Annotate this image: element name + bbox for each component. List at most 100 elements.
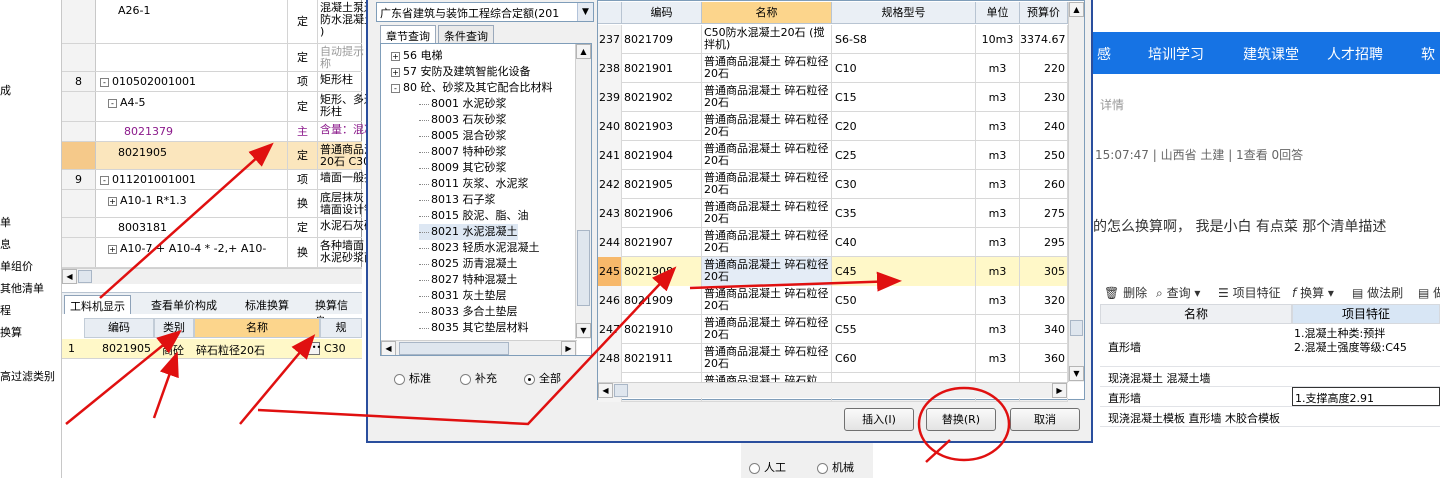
- replace-button[interactable]: 替换(R): [926, 408, 996, 431]
- grid-row[interactable]: 8003181定水泥石灰砂浆 1:0.: [62, 218, 411, 238]
- tree-item[interactable]: 8021 水泥混凝土: [419, 224, 518, 240]
- scroll-right-icon[interactable]: ▶: [561, 341, 576, 355]
- table-row[interactable]: 现浇混凝土模板 直形墙 木胶合模板: [1100, 407, 1440, 427]
- tree-item[interactable]: 8023 轻质水泥混凝土: [419, 240, 540, 256]
- nav-item-jobs[interactable]: 人才招聘: [1327, 44, 1383, 64]
- nav-item-classroom[interactable]: 建筑课堂: [1243, 44, 1299, 64]
- grid-row[interactable]: 定自动提示：请输入 称: [62, 44, 408, 72]
- table-row[interactable]: 244 8021907 普通商品混凝土 碎石粒径20石 C40 m3 295: [598, 228, 1068, 257]
- tree-item[interactable]: 8015 胶泥、脂、油: [419, 208, 529, 224]
- format-brush-tool[interactable]: ▤ 做法刷: [1352, 284, 1403, 301]
- tree-item[interactable]: 8035 其它垫层材料: [419, 320, 529, 336]
- tree-item[interactable]: 8025 沥青混凝土: [419, 256, 518, 272]
- vertical-scrollbar[interactable]: ▲ ▼: [575, 44, 591, 339]
- tab-convert-info[interactable]: 换算信息: [310, 295, 362, 328]
- scroll-up-icon[interactable]: ▲: [576, 44, 591, 59]
- insert-button[interactable]: 插入(I): [844, 408, 914, 431]
- delete-tool[interactable]: 🗑 删除: [1104, 284, 1147, 301]
- table-row[interactable]: 238 8021901 普通商品混凝土 碎石粒径20石 C10 m3 220: [598, 54, 1068, 83]
- table-row[interactable]: 237 8021709 C50防水混凝土20石 (搅拌机) S6-S8 10m3 3374…: [598, 25, 1068, 54]
- nav-item-training[interactable]: 培训学习: [1148, 44, 1204, 64]
- table-row[interactable]: 直形墙 1.支撑高度2.91: [1100, 387, 1440, 407]
- table-row[interactable]: 243 8021906 普通商品混凝土 碎石粒径20石 C35 m3 275: [598, 199, 1068, 228]
- breadcrumb[interactable]: 详情: [1100, 96, 1124, 113]
- expand-icon[interactable]: +: [108, 196, 117, 206]
- scroll-up-icon[interactable]: ▲: [1069, 2, 1084, 17]
- scroll-down-icon[interactable]: ▼: [576, 323, 591, 338]
- scroll-left-icon[interactable]: ◀: [62, 269, 77, 284]
- collapse-icon[interactable]: -: [100, 77, 109, 87]
- horizontal-scrollbar[interactable]: ◀ ▶: [598, 382, 1068, 398]
- column-header[interactable]: 单位: [976, 2, 1020, 24]
- column-header[interactable]: 预算价: [1020, 2, 1068, 24]
- tree-item[interactable]: 8001 水泥砂浆: [419, 96, 507, 112]
- scroll-down-icon[interactable]: ▼: [1069, 366, 1084, 381]
- tree-item[interactable]: +56 电梯: [391, 48, 443, 64]
- tab-chapter-query[interactable]: 章节查询: [380, 25, 436, 44]
- expand-icon[interactable]: +: [108, 244, 117, 254]
- chevron-down-icon[interactable]: ▼: [577, 3, 593, 21]
- table-row[interactable]: 248 8021911 普通商品混凝土 碎石粒径20石 C60 m3 360: [598, 344, 1068, 373]
- grid-row[interactable]: +A10-1 R*1.3换底层抹灰 各种墙面 墙面设计钉(挂)网: [62, 190, 412, 218]
- grid-row[interactable]: -A4-5定矩形、多边形、异形 形柱: [62, 92, 419, 122]
- column-header[interactable]: 名称: [702, 2, 832, 24]
- tree-item[interactable]: 8003 石灰砂浆: [419, 112, 507, 128]
- vertical-scrollbar[interactable]: ▲ ▼: [1068, 2, 1084, 382]
- radio-button[interactable]: [817, 462, 828, 474]
- table-row[interactable]: 242 8021905 普通商品混凝土 碎石粒径20石 C30 m3 260: [598, 170, 1068, 199]
- scroll-thumb[interactable]: [78, 270, 92, 283]
- table-row[interactable]: 241 8021904 普通商品混凝土 碎石粒径20石 C25 m3 250: [598, 141, 1068, 170]
- radio-button[interactable]: [749, 462, 760, 474]
- scroll-thumb[interactable]: [577, 230, 590, 306]
- radio-all[interactable]: 全部: [524, 370, 561, 386]
- expand-icon[interactable]: +: [391, 67, 400, 77]
- tab-unit-price[interactable]: 查看单价构成: [146, 295, 222, 314]
- table-row[interactable]: 245 8021908 普通商品混凝土 碎石粒径20石 C45 m3 305: [598, 257, 1068, 286]
- feature-cell[interactable]: 1.支撑高度2.91: [1292, 387, 1440, 406]
- scroll-left-icon[interactable]: ◀: [381, 341, 396, 355]
- grid-row[interactable]: 8021379主含量：混凝土（制作: [62, 122, 419, 142]
- column-header[interactable]: 编码: [622, 2, 702, 24]
- more-tool[interactable]: ▤ 做: [1418, 284, 1440, 301]
- collapse-icon[interactable]: -: [391, 83, 400, 93]
- tree-item[interactable]: 8033 多合土垫层: [419, 304, 518, 320]
- column-header[interactable]: 规格型号: [832, 2, 976, 24]
- tree-item[interactable]: 8009 其它砂浆: [419, 160, 507, 176]
- table-row[interactable]: 240 8021903 普通商品混凝土 碎石粒径20石 C20 m3 240: [598, 112, 1068, 141]
- collapse-icon[interactable]: -: [108, 98, 117, 108]
- table-row[interactable]: 1 8021905 商砼 碎石粒径20石 ••• C30: [62, 339, 362, 359]
- nav-item[interactable]: 软: [1421, 44, 1435, 64]
- expand-icon[interactable]: +: [391, 51, 400, 61]
- grid-row[interactable]: 8-010502001001 项矩形柱: [62, 72, 362, 92]
- table-row[interactable]: 239 8021902 普通商品混凝土 碎石粒径20石 C15 m3 230: [598, 83, 1068, 112]
- nav-item[interactable]: 感: [1097, 44, 1111, 64]
- grid-row[interactable]: +A10-7 + A10-4 * -2,+ A10-换各种墙面 水泥石灰 水泥砂…: [62, 238, 419, 268]
- collapse-icon[interactable]: -: [100, 175, 109, 185]
- tree-item[interactable]: 8007 特种砂浆: [419, 144, 507, 160]
- table-row[interactable]: 247 8021910 普通商品混凝土 碎石粒径20石 C55 m3 340: [598, 315, 1068, 344]
- scroll-thumb[interactable]: [614, 384, 628, 397]
- horizontal-scrollbar[interactable]: ◀: [62, 268, 362, 284]
- grid-row[interactable]: 9-011201001001 项墙面一般抹灰: [62, 170, 386, 190]
- scroll-thumb[interactable]: [1070, 320, 1083, 336]
- scroll-right-icon[interactable]: ▶: [1052, 383, 1067, 398]
- table-row[interactable]: 直形墙 1.混凝土种类:预拌 2.混凝土强度等级:C45: [1100, 325, 1440, 367]
- scroll-thumb[interactable]: [399, 342, 509, 355]
- ellipsis-button[interactable]: •••: [306, 342, 321, 355]
- tab-standard-convert[interactable]: 标准换算: [240, 295, 294, 314]
- radio-labor[interactable]: 人工: [749, 459, 786, 475]
- tab-labor-material[interactable]: 工料机显示: [64, 295, 131, 314]
- tab-condition-query[interactable]: 条件查询: [438, 25, 494, 43]
- table-row[interactable]: 现浇混凝土 混凝土墙: [1100, 367, 1440, 387]
- tree-item[interactable]: 8031 灰土垫层: [419, 288, 507, 304]
- horizontal-scrollbar[interactable]: ◀ ▶: [381, 340, 577, 355]
- scroll-left-icon[interactable]: ◀: [598, 383, 613, 398]
- tree-item[interactable]: 8011 灰浆、水泥浆: [419, 176, 529, 192]
- tree-item[interactable]: +57 安防及建筑智能化设备: [391, 64, 531, 80]
- radio-button[interactable]: [394, 373, 405, 385]
- radio-machine[interactable]: 机械: [817, 459, 854, 475]
- tree-item[interactable]: -80 砼、砂浆及其它配合比材料: [391, 80, 553, 96]
- query-tool[interactable]: ⌕ 查询 ▾: [1156, 284, 1200, 301]
- radio-button[interactable]: [460, 373, 471, 385]
- quota-book-select[interactable]: 广东省建筑与装饰工程综合定额(201 ▼: [376, 2, 594, 22]
